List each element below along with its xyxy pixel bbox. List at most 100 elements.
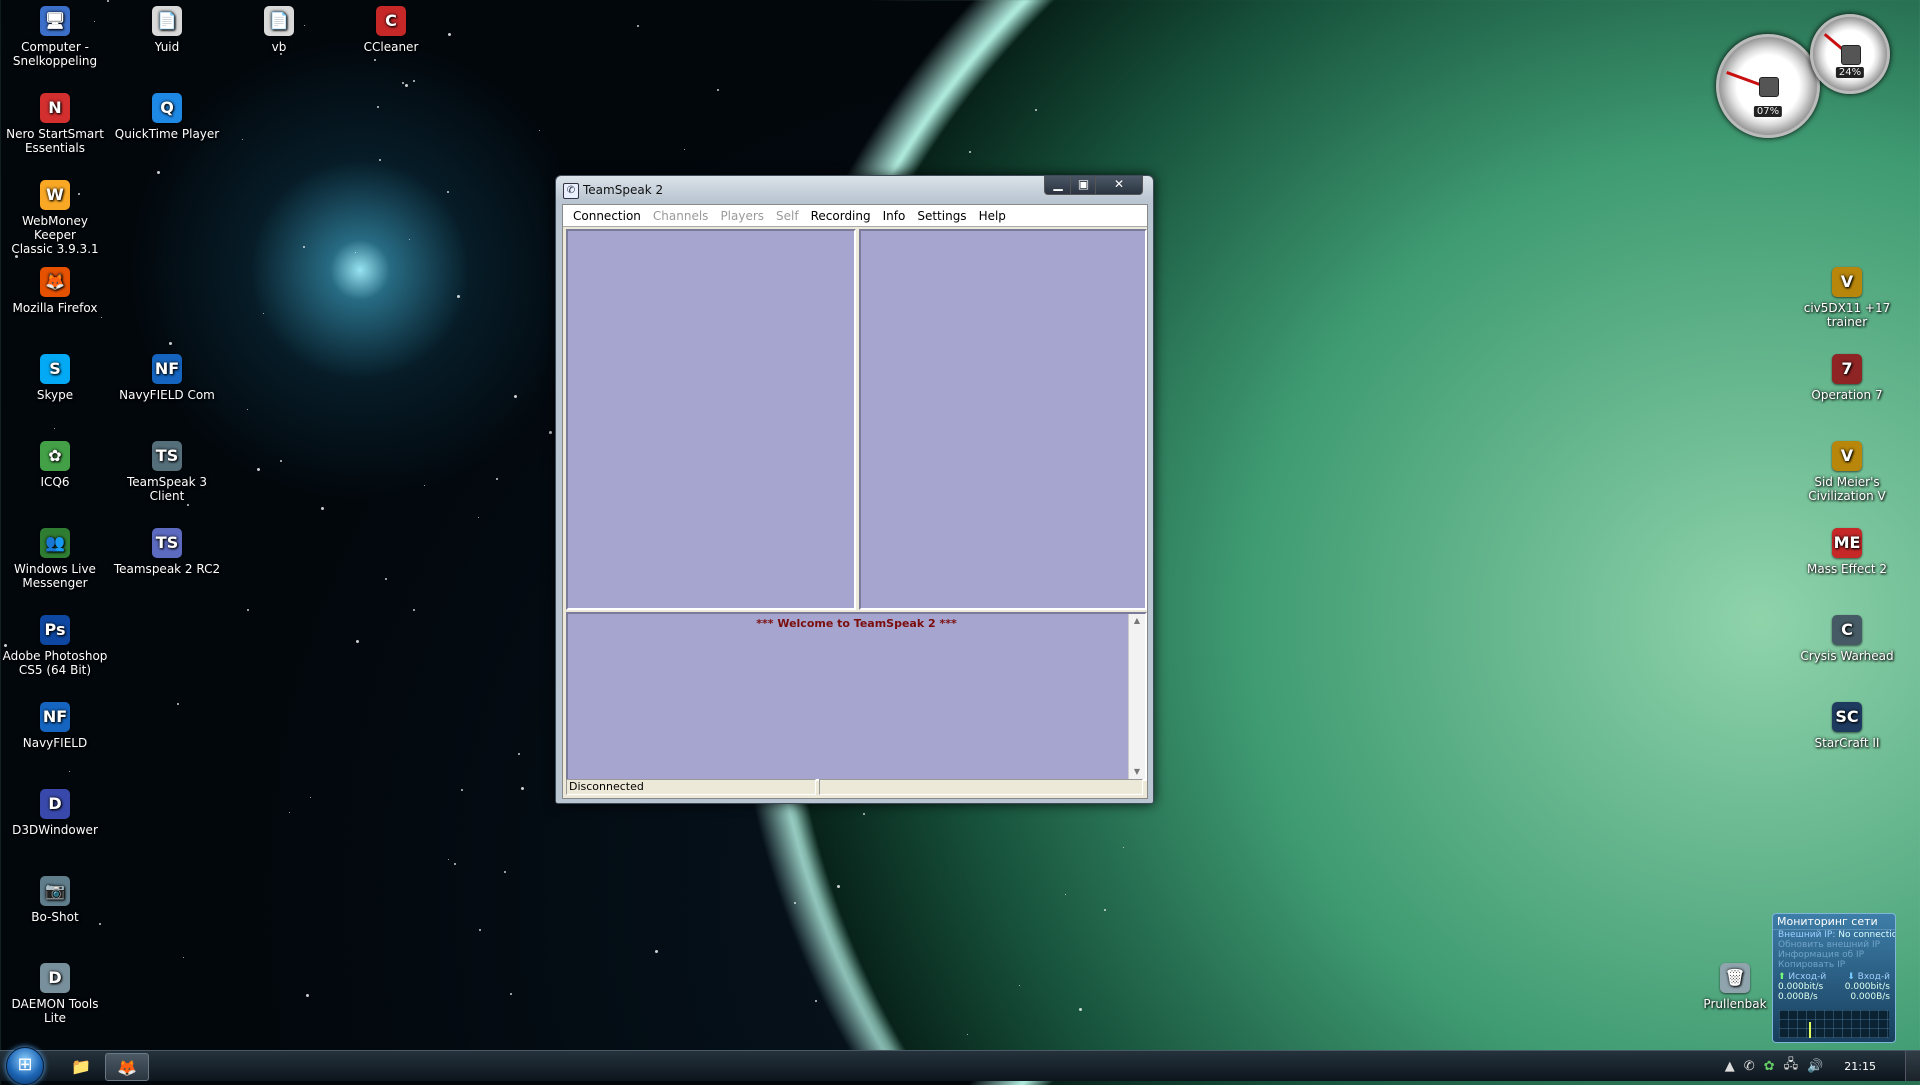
star: [448, 859, 449, 860]
desktop-icon-label: QuickTime Player: [114, 127, 220, 141]
desktop-icon-civ5dx11-17-trainer[interactable]: Vciv5DX11 +17 trainer: [1792, 267, 1902, 329]
info-pane[interactable]: [859, 229, 1147, 610]
desktop-icon-yuid[interactable]: 📄 Yuid: [112, 6, 222, 54]
star: [69, 771, 70, 772]
icq-tray-icon[interactable]: ✿: [1764, 1059, 1775, 1074]
desktop-icon-label: StarCraft II: [1814, 736, 1880, 750]
desktop-icon-windows-live-messenger[interactable]: 👥 Windows Live Messenger: [0, 528, 110, 590]
firefox-taskbar-button[interactable]: 🦊: [105, 1053, 149, 1081]
star: [402, 82, 404, 84]
desktop-icon-crysis-warhead[interactable]: C Crysis Warhead: [1792, 615, 1902, 663]
show-desktop-button[interactable]: [1905, 1051, 1920, 1081]
desktop-icon-navyfield[interactable]: NF NavyFIELD: [0, 702, 110, 750]
minimize-button[interactable]: ▁: [1044, 176, 1072, 195]
welcome-message: *** Welcome to TeamSpeak 2 ***: [756, 617, 957, 630]
teamspeak-3-client-icon: TS: [152, 441, 182, 471]
star: [457, 295, 460, 298]
mass-effect-2-icon: ME: [1832, 528, 1862, 558]
star: [461, 789, 463, 791]
star: [405, 84, 408, 87]
star: [177, 703, 179, 705]
ccleaner-icon: C: [376, 6, 406, 36]
webmoney-keeper-classic-3-9-3-1-icon: W: [40, 180, 70, 210]
desktop-icon-label: ICQ6: [40, 475, 70, 489]
menu-settings[interactable]: Settings: [911, 209, 972, 223]
menu-info[interactable]: Info: [877, 209, 912, 223]
menu-help[interactable]: Help: [973, 209, 1012, 223]
explorer-taskbar-button[interactable]: 📁: [60, 1053, 102, 1079]
copy-ip-link[interactable]: Копировать IP: [1773, 960, 1895, 970]
desktop-icon-webmoney-keeper-classic-3-9-3-1[interactable]: W WebMoney Keeper Classic 3.9.3.1: [0, 180, 110, 256]
log-scrollbar[interactable]: ▲ ▼: [1128, 614, 1145, 779]
desktop-icon-d3dwindower[interactable]: D D3DWindower: [0, 789, 110, 837]
desktop-icon-bo-shot[interactable]: 📷 Bo-Shot: [0, 876, 110, 924]
desktop-icon-icq6[interactable]: ✿ ICQ6: [0, 441, 110, 489]
star: [247, 409, 248, 410]
navyfield-icon: NF: [40, 702, 70, 732]
star: [280, 460, 282, 462]
star: [356, 640, 359, 643]
close-button[interactable]: ✕: [1095, 176, 1143, 195]
desktop-icon-teamspeak-3-client[interactable]: TS TeamSpeak 3 Client: [112, 441, 222, 503]
chat-log-pane[interactable]: *** Welcome to TeamSpeak 2 *** ▲ ▼: [566, 612, 1147, 781]
desktop-icon-vb[interactable]: 📄 vb: [224, 6, 334, 54]
scroll-up-arrow-icon[interactable]: ▲: [1129, 614, 1145, 628]
starcraft-ii-icon: SC: [1832, 702, 1862, 732]
menu-bar: Connection Channels Players Self Recording In…: [563, 205, 1147, 227]
adobe-photoshop-cs5-64-bit-icon: Ps: [40, 615, 70, 645]
teamspeak-window[interactable]: ✆ TeamSpeak 2 ▁ ▣ ✕ Connection Channels Pl…: [555, 175, 1154, 804]
desktop-icon-mozilla-firefox[interactable]: 🦊 Mozilla Firefox: [0, 267, 110, 315]
desktop-icon-label: Crysis Warhead: [1800, 649, 1894, 663]
network-icon[interactable]: 🖧: [1784, 1055, 1799, 1077]
scroll-down-arrow-icon[interactable]: ▼: [1129, 765, 1145, 779]
desktop-icon-adobe-photoshop-cs5-64-bit[interactable]: Ps Adobe Photoshop CS5 (64 Bit): [0, 615, 110, 677]
menu-connection[interactable]: Connection: [567, 209, 647, 223]
desktop-icon-ccleaner[interactable]: C CCleaner: [336, 6, 446, 54]
maximize-button[interactable]: ▣: [1070, 176, 1097, 195]
download-arrow-icon: ⬇: [1847, 972, 1855, 982]
status-panel-2: [819, 779, 1143, 795]
upload-label: Исход-й: [1788, 972, 1827, 982]
channel-tree-pane[interactable]: [566, 229, 856, 610]
system-tray: ▲ ✆ ✿ 🖧 🔊 21:15: [1725, 1051, 1920, 1081]
desktop-icon-mass-effect-2[interactable]: ME Mass Effect 2: [1792, 528, 1902, 576]
desktop-icon-label: vb: [271, 40, 287, 54]
star: [257, 468, 260, 471]
star: [379, 159, 381, 161]
star: [242, 139, 243, 140]
desktop-icon-navyfield-com[interactable]: NF NavyFIELD Com: [112, 354, 222, 402]
star: [374, 59, 376, 61]
volume-icon[interactable]: 🔊: [1807, 1059, 1823, 1074]
ip-info-link[interactable]: Информация об IP: [1773, 950, 1895, 960]
desktop-icon-nero-startsmart-essentials[interactable]: N Nero StartSmart Essentials: [0, 93, 110, 155]
star: [289, 812, 290, 813]
star: [424, 485, 425, 486]
desktop-icon-operation-7[interactable]: 7 Operation 7: [1792, 354, 1902, 402]
network-monitor-gadget[interactable]: Мониторинг сети Внешний IP: No connectio…: [1772, 913, 1896, 1043]
clock[interactable]: 21:15: [1844, 1060, 1876, 1073]
star: [1035, 109, 1037, 111]
star: [496, 478, 498, 480]
star: [54, 428, 55, 429]
desktop-icon-computer-snelkoppeling[interactable]: 🖥 Computer - Snelkoppeling: [0, 6, 110, 68]
start-button[interactable]: [6, 1047, 44, 1085]
cpu-meter-gadget[interactable]: 07% 24%: [1712, 14, 1902, 144]
desktop-icon-starcraft-ii[interactable]: SC StarCraft II: [1792, 702, 1902, 750]
star: [247, 609, 249, 611]
desktop-icon-sid-meier-s-civilization-v[interactable]: V Sid Meier's Civilization V: [1792, 441, 1902, 503]
menu-recording[interactable]: Recording: [805, 209, 877, 223]
desktop-icon-quicktime-player[interactable]: Q QuickTime Player: [112, 93, 222, 141]
desktop-icon-label: CCleaner: [363, 40, 419, 54]
star: [479, 929, 481, 931]
desktop-icon-skype[interactable]: S Skype: [0, 354, 110, 402]
teamspeak-tray-icon[interactable]: ✆: [1744, 1059, 1755, 1074]
yuid-icon: 📄: [152, 6, 182, 36]
desktop-icon-teamspeak-2-rc2[interactable]: TS Teamspeak 2 RC2: [112, 528, 222, 576]
refresh-ip-link[interactable]: Обновить внешний IP: [1773, 940, 1895, 950]
star: [447, 191, 449, 193]
chevron-up-icon[interactable]: ▲: [1725, 1059, 1735, 1074]
teamspeak-2-rc2-icon: TS: [152, 528, 182, 558]
desktop-icon-daemon-tools-lite[interactable]: D DAEMON Tools Lite: [0, 963, 110, 1025]
star: [1019, 985, 1020, 986]
window-titlebar[interactable]: ✆ TeamSpeak 2 ▁ ▣ ✕: [556, 176, 1153, 204]
